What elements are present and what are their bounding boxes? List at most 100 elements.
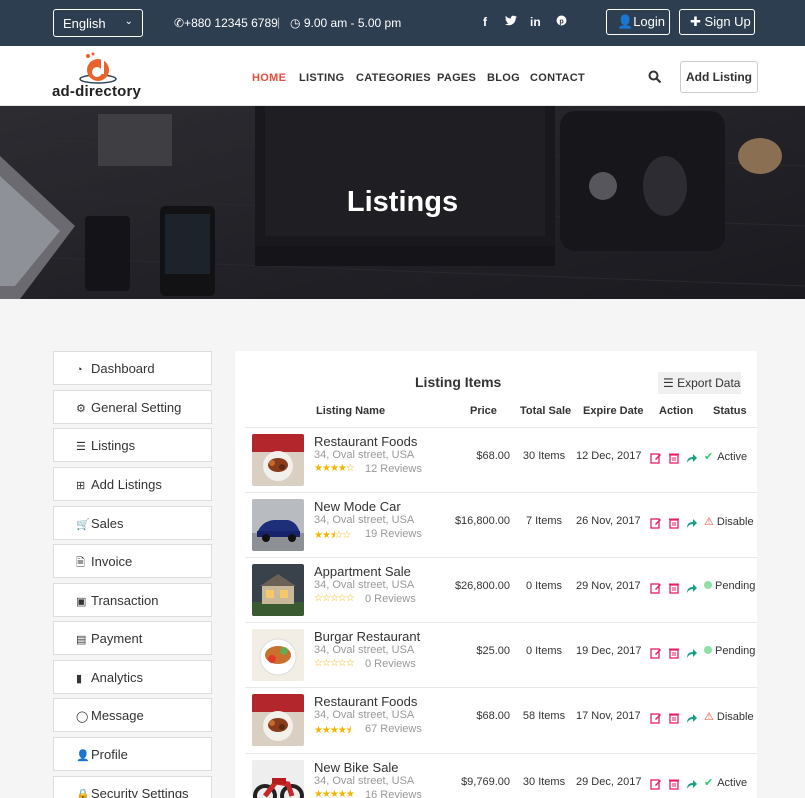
sidebar-item-label: Dashboard xyxy=(91,361,155,376)
listing-address: 34, Oval street, USA xyxy=(314,579,415,591)
sidebar-item-invoice[interactable]: 🗎 Invoice xyxy=(53,544,212,578)
listing-price: $68.00 xyxy=(476,450,510,462)
sidebar-item-listings[interactable]: ☰ Listings xyxy=(53,428,212,462)
sidebar-item-label: Analytics xyxy=(91,670,144,685)
sidebar-item-profile[interactable]: 👤Profile xyxy=(53,737,212,771)
status-badge: ✔ Active xyxy=(704,450,747,463)
edit-icon[interactable] xyxy=(650,647,662,659)
add-listing-button[interactable]: Add Listing xyxy=(680,61,758,93)
table-row: New Bike Sale 34, Oval street, USA ★★★★★ 16… xyxy=(245,753,757,798)
share-icon[interactable] xyxy=(686,582,698,594)
column-header-expire-date[interactable]: Expire Date xyxy=(583,405,644,417)
trash-icon[interactable] xyxy=(668,712,680,724)
search-icon[interactable] xyxy=(648,70,662,84)
listing-name[interactable]: Burgar Restaurant xyxy=(314,629,420,644)
listing-thumbnail[interactable] xyxy=(252,694,304,746)
site-logo[interactable]: ad-directory xyxy=(52,50,152,102)
trash-icon[interactable] xyxy=(668,778,680,790)
nav-categories[interactable]: CATEGORIES xyxy=(356,72,431,84)
sidebar-item-sales[interactable]: 🛒Sales xyxy=(53,506,212,540)
sidebar-item-label: Sales xyxy=(91,516,124,531)
user-icon: 👤 xyxy=(76,750,90,762)
facebook-icon[interactable]: f xyxy=(483,15,487,29)
linkedin-icon[interactable]: in xyxy=(530,15,541,29)
edit-icon[interactable] xyxy=(650,712,662,724)
svg-text:p: p xyxy=(559,17,564,25)
hero-banner: Listings xyxy=(0,106,805,299)
review-count: 67 Reviews xyxy=(365,723,422,735)
table-row: Restaurant Foods 34, Oval street, USA ★★★★… xyxy=(245,427,757,492)
login-button[interactable]: 👤Login xyxy=(606,9,670,35)
listing-name[interactable]: Appartment Sale xyxy=(314,564,411,579)
listing-name[interactable]: New Bike Sale xyxy=(314,760,399,775)
trash-icon[interactable] xyxy=(668,582,680,594)
edit-icon[interactable] xyxy=(650,582,662,594)
sidebar-item-general-setting[interactable]: ⚙ General Setting xyxy=(53,390,212,424)
sidebar-item-label: Transaction xyxy=(91,593,159,608)
listing-price: $16,800.00 xyxy=(454,515,510,527)
listing-thumbnail[interactable] xyxy=(252,434,304,486)
topbar-separator: | xyxy=(277,15,281,29)
star-rating: ★★★★☆ xyxy=(314,463,355,474)
listing-thumbnail[interactable] xyxy=(252,564,304,616)
column-header-price[interactable]: Price xyxy=(470,405,497,417)
column-header-listing-name[interactable]: Listing Name xyxy=(316,405,385,417)
trash-icon[interactable] xyxy=(668,517,680,529)
column-header-total-sale[interactable]: Total Sale xyxy=(520,405,571,417)
language-select[interactable]: English ⌄ xyxy=(53,9,143,37)
nav-blog[interactable]: BLOG xyxy=(487,72,520,84)
export-data-button[interactable]: ☰ Export Data xyxy=(658,372,741,394)
status-label: Active xyxy=(717,777,748,789)
listing-thumbnail[interactable] xyxy=(252,760,304,798)
phone-icon: ✆ xyxy=(174,16,185,30)
nav-listing[interactable]: LISTING xyxy=(299,72,345,84)
share-icon[interactable] xyxy=(686,712,698,724)
signup-label: Sign Up xyxy=(704,14,751,29)
sidebar-item-label: Message xyxy=(91,708,144,723)
column-header-status[interactable]: Status xyxy=(713,405,747,417)
table-row: Restaurant Foods 34, Oval street, USA ★★★★… xyxy=(245,687,757,752)
share-icon[interactable] xyxy=(686,778,698,790)
status-badge: ⚠ Disable xyxy=(704,515,754,528)
sidebar-item-analytics[interactable]: ▮ Analytics xyxy=(53,660,212,694)
trash-icon[interactable] xyxy=(668,452,680,464)
listing-thumbnail[interactable] xyxy=(252,499,304,551)
sidebar-item-payment[interactable]: ▤ Payment xyxy=(53,621,212,655)
listing-price: $68.00 xyxy=(476,710,510,722)
warning-icon: ⚠ xyxy=(704,516,714,528)
listing-name[interactable]: Restaurant Foods xyxy=(314,694,417,709)
pinterest-icon[interactable]: p xyxy=(556,15,567,29)
listing-price: $26,800.00 xyxy=(454,580,510,592)
listing-expire-date: 17 Nov, 2017 xyxy=(576,710,641,722)
edit-icon[interactable] xyxy=(650,517,662,529)
nav-home[interactable]: HOME xyxy=(252,72,286,84)
sidebar-item-add-listings[interactable]: ⊞ Add Listings xyxy=(53,467,212,501)
edit-icon[interactable] xyxy=(650,778,662,790)
share-icon[interactable] xyxy=(686,452,698,464)
listing-expire-date: 19 Dec, 2017 xyxy=(576,645,642,657)
nav-pages[interactable]: PAGES xyxy=(437,72,476,84)
sidebar-item-message[interactable]: ◯ Message xyxy=(53,698,212,732)
cart-icon: 🛒 xyxy=(76,519,90,531)
warning-icon: ⚠ xyxy=(704,711,714,723)
listing-price: $9,769.00 xyxy=(461,776,510,788)
listing-name[interactable]: New Mode Car xyxy=(314,499,401,514)
sidebar-item-transaction[interactable]: ▣ Transaction xyxy=(53,583,212,617)
listing-total-sale: 0 Items xyxy=(525,645,563,657)
twitter-icon[interactable] xyxy=(505,15,517,29)
signup-button[interactable]: ✚ Sign Up xyxy=(679,9,755,35)
share-icon[interactable] xyxy=(686,517,698,529)
status-label: Pending xyxy=(715,645,756,657)
sidebar-item-security-settings[interactable]: 🔒Security Settings xyxy=(53,776,212,798)
listing-thumbnail[interactable] xyxy=(252,629,304,681)
share-icon[interactable] xyxy=(686,647,698,659)
listing-address: 34, Oval street, USA xyxy=(314,775,415,787)
menu-icon: ☰ xyxy=(663,376,674,390)
sidebar-item-dashboard[interactable]: ◔ Dashboard xyxy=(53,351,212,385)
listing-name[interactable]: Restaurant Foods xyxy=(314,434,417,449)
login-label: Login xyxy=(633,14,665,29)
nav-contact[interactable]: CONTACT xyxy=(530,72,585,84)
edit-icon[interactable] xyxy=(650,452,662,464)
trash-icon[interactable] xyxy=(668,647,680,659)
phone-info: ✆+880 12345 6789 xyxy=(174,16,278,30)
